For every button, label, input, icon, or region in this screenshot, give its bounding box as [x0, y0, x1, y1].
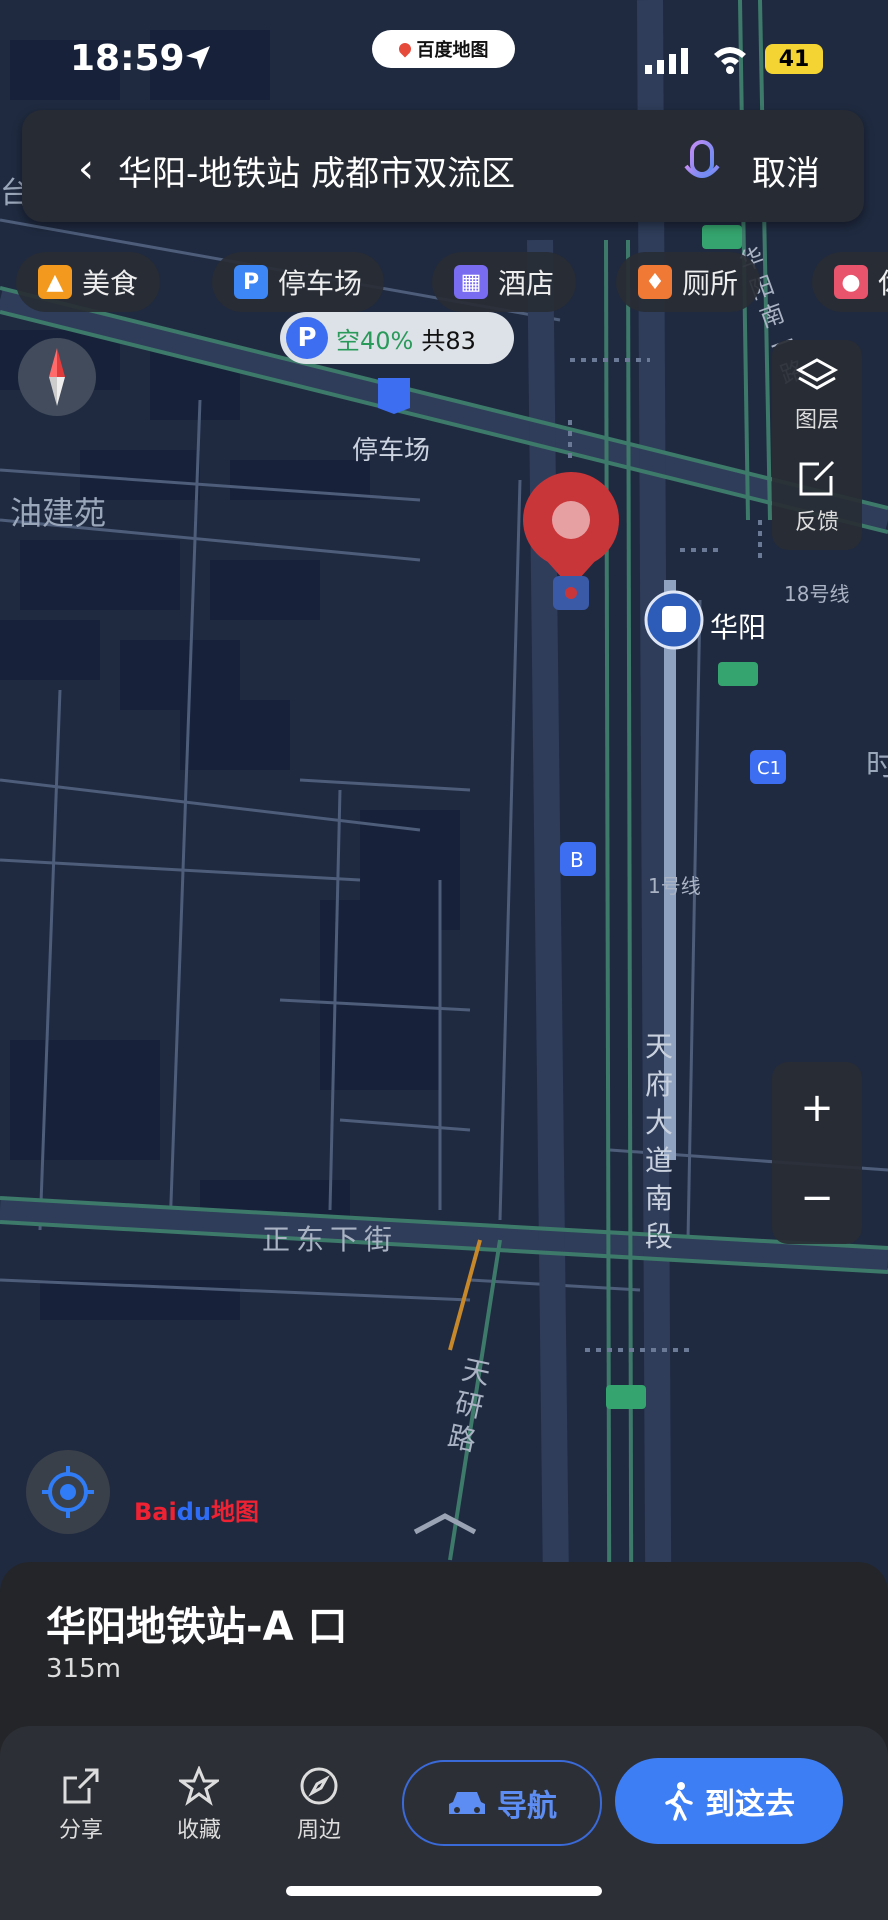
- map-label-huayang-station[interactable]: 华阳: [710, 606, 766, 646]
- chip-label: 停车场: [278, 267, 363, 300]
- nearby-label: 周边: [296, 1818, 341, 1843]
- favorite-button[interactable]: 收藏: [154, 1765, 244, 1844]
- back-button[interactable]: ‹: [78, 146, 94, 192]
- cancel-button[interactable]: 取消: [752, 146, 820, 195]
- chip-leisure[interactable]: ● 休: [812, 252, 888, 312]
- chip-label: 美食: [82, 267, 139, 300]
- layers-label: 图层: [794, 408, 839, 433]
- feedback-button[interactable]: 反馈: [772, 458, 862, 536]
- search-bar[interactable]: ‹ 华阳-地铁站 成都市双流区 取消: [22, 110, 864, 222]
- status-time: 18:59: [70, 38, 185, 79]
- parking-free-ratio: 空40%: [336, 326, 414, 355]
- chip-hotel[interactable]: ▦ 酒店: [432, 252, 577, 312]
- walking-icon: [665, 1782, 693, 1821]
- navigate-button[interactable]: 导航: [402, 1760, 602, 1846]
- compass-button[interactable]: [18, 338, 96, 416]
- leisure-icon: ●: [834, 265, 868, 299]
- map-label-edge-right: 时: [866, 748, 888, 783]
- parking-badge: P: [286, 317, 328, 359]
- battery-indicator: 41: [765, 44, 823, 74]
- signal-icon: [645, 48, 688, 74]
- place-title: 华阳地铁站-A 口: [46, 1604, 348, 1650]
- chip-parking[interactable]: P 停车场: [212, 252, 385, 312]
- status-bar: 18:59 百度地图 41: [0, 0, 888, 110]
- parking-total: 共83: [421, 326, 476, 355]
- chip-label: 酒店: [498, 267, 555, 300]
- search-query[interactable]: 华阳-地铁站 成都市双流区: [118, 146, 515, 195]
- chip-label: 休: [878, 262, 888, 302]
- app-indicator[interactable]: 百度地图: [372, 30, 515, 68]
- chip-label: 厕所: [682, 267, 739, 300]
- place-distance: 315m: [46, 1654, 121, 1684]
- map-tools-panel: 图层 反馈: [772, 340, 862, 550]
- map-label-exit-c1[interactable]: C1: [757, 758, 781, 779]
- share-icon: [63, 1768, 99, 1804]
- go-here-label: 到这去: [705, 1787, 795, 1822]
- navigate-label: 导航: [497, 1789, 557, 1824]
- map-label-exit-b[interactable]: B: [570, 848, 584, 872]
- favorite-label: 收藏: [176, 1818, 221, 1843]
- wifi-icon: [714, 47, 746, 74]
- toilet-icon: ♦: [638, 265, 672, 299]
- parking-icon: P: [234, 265, 268, 299]
- crosshair-icon: [42, 1466, 94, 1518]
- baidu-map-pin-icon: [396, 40, 413, 58]
- compass-nearby-icon: [300, 1767, 338, 1805]
- feedback-label: 反馈: [794, 510, 839, 535]
- map-label-line18: 18号线: [784, 582, 850, 606]
- app-name: 百度地图: [416, 40, 489, 61]
- chip-food[interactable]: ▲ 美食: [16, 252, 161, 312]
- expand-chevron-icon[interactable]: [410, 1508, 480, 1538]
- hotel-icon: ▦: [454, 265, 488, 299]
- layers-button[interactable]: 图层: [772, 356, 862, 434]
- baidu-logo: Baidu地图: [134, 1498, 259, 1526]
- nearby-button[interactable]: 周边: [274, 1766, 364, 1844]
- parking-availability[interactable]: P 空40% 共83: [280, 312, 514, 364]
- microphone-icon[interactable]: [682, 138, 722, 194]
- map-label-youjianyuan[interactable]: 油建苑: [10, 488, 106, 534]
- zoom-control: + −: [772, 1062, 862, 1244]
- map-label-line1: 1号线: [648, 874, 701, 898]
- share-button[interactable]: 分享: [36, 1766, 126, 1844]
- layers-icon: [795, 358, 839, 390]
- home-indicator[interactable]: [286, 1886, 602, 1896]
- location-arrow-icon: [186, 46, 210, 70]
- go-here-button[interactable]: 到这去: [615, 1758, 843, 1844]
- compass-icon: [49, 348, 65, 406]
- locate-me-button[interactable]: [26, 1450, 110, 1534]
- food-icon: ▲: [38, 265, 72, 299]
- category-chips: ▲ 美食 P 停车场 ▦ 酒店 ♦ 厕所 ● 休: [16, 252, 888, 314]
- map-label-tianfu-road: 天府大道南段: [645, 1030, 674, 1253]
- chip-toilet[interactable]: ♦ 厕所: [616, 252, 761, 312]
- zoom-out-button[interactable]: −: [772, 1158, 862, 1238]
- zoom-in-button[interactable]: +: [772, 1068, 862, 1148]
- star-icon: [176, 1765, 222, 1806]
- map-label-zhengdong-street: 正东下街: [262, 1223, 399, 1256]
- map-label-parking[interactable]: 停车场: [352, 430, 430, 467]
- share-label: 分享: [58, 1818, 103, 1843]
- car-icon: [449, 1792, 485, 1814]
- feedback-icon: [799, 460, 835, 496]
